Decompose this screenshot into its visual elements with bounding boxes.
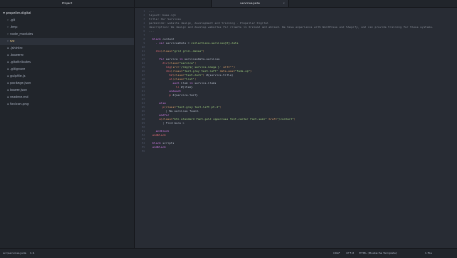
tree-item-label: .gitignore bbox=[10, 67, 26, 71]
tree-folder-item[interactable]: ▾propeller-digital bbox=[0, 10, 134, 17]
tab-close-icon[interactable]: × bbox=[282, 0, 285, 7]
tree-file-item[interactable]: ▫favicon.png bbox=[0, 101, 134, 108]
tree-item-label: .gitattributes bbox=[10, 60, 31, 64]
tree-file-item[interactable]: ▫readme.md bbox=[0, 94, 134, 101]
tree-file-item[interactable]: ▫.bowerrc bbox=[0, 52, 134, 59]
tree-item-label: .git bbox=[10, 18, 16, 22]
tree-file-item[interactable]: ▫.jshintrc bbox=[0, 45, 134, 52]
tree-folder-item[interactable]: ›src bbox=[0, 38, 134, 45]
tree-file-item[interactable]: ▫bower.json bbox=[0, 87, 134, 94]
tab-bar: services.jade × bbox=[135, 0, 457, 8]
code-editor[interactable]: 1 --- 2 layout: base.njk 3 title: Our Service… bbox=[135, 8, 457, 248]
tree-item-label: gulpfile.js bbox=[10, 74, 26, 78]
tree-item-label: .bowerrc bbox=[10, 53, 24, 57]
tree-item-label: .jshintrc bbox=[10, 46, 23, 50]
project-sidebar: Project ▾propeller-digital ›.git ›.tmp ›nod… bbox=[0, 0, 135, 248]
tree-folder-item[interactable]: ›node_modules bbox=[0, 31, 134, 38]
tab-services[interactable]: services.jade × bbox=[211, 0, 289, 7]
code-area[interactable]: 1 --- 2 layout: base.njk 3 title: Our Service… bbox=[135, 9, 457, 153]
tree-item-label: bower.json bbox=[10, 88, 28, 92]
tree-item-label: package.json bbox=[10, 81, 31, 85]
tree-item-label: node_modules bbox=[10, 32, 34, 36]
tree-file-item[interactable]: ▫.gitignore bbox=[0, 66, 134, 73]
sidebar-title: Project bbox=[0, 0, 134, 8]
tab-title: services.jade bbox=[240, 1, 260, 5]
tree-folder-item[interactable]: ›.git bbox=[0, 17, 134, 24]
tree-file-item[interactable]: ▫package.json bbox=[0, 80, 134, 87]
tree-item-label: readme.md bbox=[10, 95, 29, 99]
file-tree: ▾propeller-digital ›.git ›.tmp ›node_module… bbox=[0, 8, 134, 108]
line-number: 36 bbox=[141, 149, 145, 153]
tree-item-label: src bbox=[10, 39, 15, 43]
tree-file-item[interactable]: ▫.gitattributes bbox=[0, 59, 134, 66]
tree-item-label: .tmp bbox=[10, 25, 18, 29]
tree-file-item[interactable]: ▫gulpfile.js bbox=[0, 73, 134, 80]
tree-folder-item[interactable]: ›.tmp bbox=[0, 24, 134, 31]
tree-item-label: favicon.png bbox=[10, 102, 29, 106]
code-line[interactable]: 36 bbox=[135, 149, 457, 153]
tree-item-label: propeller-digital bbox=[6, 11, 32, 15]
